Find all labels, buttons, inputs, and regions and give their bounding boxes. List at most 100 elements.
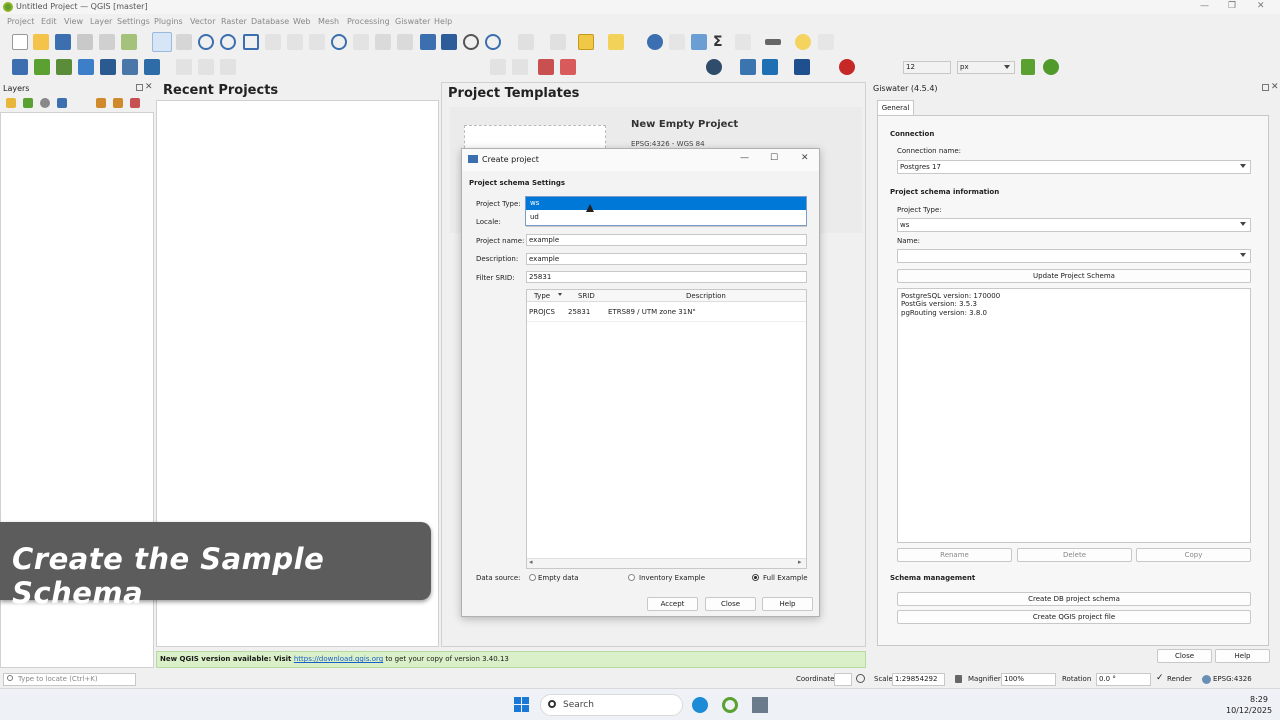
- zoom-layer-icon[interactable]: [287, 34, 303, 50]
- new-map-view-icon[interactable]: [375, 34, 391, 50]
- coordinate-field[interactable]: [834, 673, 852, 686]
- lock-icon[interactable]: [955, 675, 962, 683]
- annotation-icon[interactable]: [818, 34, 834, 50]
- copy-button[interactable]: Copy: [1136, 548, 1251, 562]
- statistics-sigma-icon[interactable]: Σ: [713, 34, 729, 50]
- float-panel-icon[interactable]: [136, 84, 143, 91]
- pan-map-icon[interactable]: [152, 32, 172, 52]
- digitize-icon[interactable]: [198, 59, 214, 75]
- maximize-icon[interactable]: ❐: [1228, 1, 1236, 11]
- menu-mesh[interactable]: Mesh: [318, 17, 339, 26]
- radio-full-example[interactable]: [752, 574, 759, 581]
- trace-icon[interactable]: [1021, 59, 1035, 75]
- accept-button[interactable]: Accept: [647, 597, 698, 611]
- extents-toggle-icon[interactable]: [856, 674, 865, 683]
- locator-input[interactable]: Type to locate (Ctrl+K): [3, 673, 136, 686]
- filter-icon[interactable]: [57, 98, 67, 108]
- filter-legend-icon[interactable]: [40, 98, 50, 108]
- dropdown-option-ud[interactable]: ud: [526, 211, 806, 224]
- bookmark-icon[interactable]: [420, 34, 436, 50]
- menu-raster[interactable]: Raster: [221, 17, 247, 26]
- dialog-minimize-icon[interactable]: —: [740, 153, 749, 163]
- add-wms-icon[interactable]: [100, 59, 116, 75]
- dropdown-option-ws[interactable]: ws: [526, 197, 806, 210]
- rename-button[interactable]: Rename: [897, 548, 1012, 562]
- magnifier-field[interactable]: 100%: [1001, 673, 1056, 686]
- menu-processing[interactable]: Processing: [347, 17, 390, 26]
- qgis-taskbar-icon[interactable]: [722, 697, 738, 713]
- scroll-right-icon[interactable]: ▸: [798, 558, 802, 566]
- render-checkbox[interactable]: ✓: [1156, 673, 1164, 683]
- show-labels-icon[interactable]: [538, 59, 554, 75]
- zoom-next-icon[interactable]: [353, 34, 369, 50]
- column-header-description[interactable]: Description: [686, 292, 726, 300]
- remove-layer-icon[interactable]: [130, 98, 140, 108]
- create-qgis-file-button[interactable]: Create QGIS project file: [897, 610, 1251, 624]
- globe-icon[interactable]: [706, 59, 722, 75]
- zoom-in-icon[interactable]: [198, 34, 214, 50]
- menu-web[interactable]: Web: [293, 17, 310, 26]
- project-name-input[interactable]: example: [526, 234, 807, 246]
- menu-giswater[interactable]: Giswater: [395, 17, 430, 26]
- update-project-schema-button[interactable]: Update Project Schema: [897, 269, 1251, 283]
- save-edits-icon[interactable]: [220, 59, 236, 75]
- open-project-icon[interactable]: [33, 34, 49, 50]
- pin-label-icon[interactable]: [512, 59, 528, 75]
- giswater-float-icon[interactable]: [1262, 84, 1269, 91]
- close-panel-icon[interactable]: ✕: [145, 82, 153, 92]
- snapping-unit-select[interactable]: px: [957, 61, 1015, 74]
- python-console-icon[interactable]: [740, 59, 756, 75]
- scroll-left-icon[interactable]: ◂: [529, 558, 533, 566]
- giswater-close-button[interactable]: Close: [1157, 649, 1212, 663]
- dialog-help-button[interactable]: Help: [762, 597, 813, 611]
- filter-srid-input[interactable]: 25831: [526, 271, 807, 283]
- refresh-icon[interactable]: [485, 34, 501, 50]
- select-by-value-icon[interactable]: [550, 34, 566, 50]
- create-db-schema-button[interactable]: Create DB project schema: [897, 592, 1251, 606]
- print-layout-icon[interactable]: [99, 34, 115, 50]
- identify-icon[interactable]: [647, 34, 663, 50]
- temporal-controller-icon[interactable]: [463, 34, 479, 50]
- radio-empty-data[interactable]: [529, 574, 536, 581]
- pan-to-selection-icon[interactable]: [176, 34, 192, 50]
- menu-database[interactable]: Database: [251, 17, 289, 26]
- layer-style-icon[interactable]: [6, 98, 16, 108]
- zoom-full-icon[interactable]: [243, 34, 259, 50]
- menu-project[interactable]: Project: [7, 17, 34, 26]
- menu-settings[interactable]: Settings: [117, 17, 150, 26]
- style-manager-icon[interactable]: [121, 34, 137, 50]
- zoom-out-icon[interactable]: [220, 34, 236, 50]
- processing-toolbox-icon[interactable]: [691, 34, 707, 50]
- select-features-icon[interactable]: [518, 34, 534, 50]
- dialog-close-button[interactable]: Close: [705, 597, 756, 611]
- edge-browser-icon[interactable]: [692, 697, 708, 713]
- menu-vector[interactable]: Vector: [190, 17, 216, 26]
- close-icon[interactable]: ✕: [1257, 1, 1265, 11]
- windows-start-icon[interactable]: [514, 697, 529, 712]
- add-vector-icon[interactable]: [34, 59, 50, 75]
- tab-general[interactable]: General: [877, 100, 914, 116]
- column-header-type[interactable]: Type: [534, 292, 550, 300]
- minimize-icon[interactable]: —: [1200, 1, 1209, 11]
- add-virtual-icon[interactable]: [144, 59, 160, 75]
- giswater-help-button[interactable]: Help: [1215, 649, 1270, 663]
- plugin-install-icon[interactable]: [762, 59, 778, 75]
- rotation-field[interactable]: 0.0 °: [1096, 673, 1151, 686]
- self-snap-icon[interactable]: [1043, 59, 1059, 75]
- menu-view[interactable]: View: [64, 17, 83, 26]
- zoom-selection-icon[interactable]: [265, 34, 281, 50]
- delete-button[interactable]: Delete: [1017, 548, 1132, 562]
- taskbar-search[interactable]: Search: [540, 694, 683, 716]
- menu-help[interactable]: Help: [434, 17, 452, 26]
- measure-icon[interactable]: [765, 39, 781, 45]
- move-label-icon[interactable]: [560, 59, 576, 75]
- gw-project-type-select[interactable]: ws: [897, 218, 1251, 232]
- project-type-dropdown[interactable]: ws ud: [525, 196, 807, 226]
- new-3d-view-icon[interactable]: [397, 34, 413, 50]
- data-source-manager-icon[interactable]: [12, 59, 28, 75]
- label-icon[interactable]: [490, 59, 506, 75]
- dialog-maximize-icon[interactable]: ☐: [770, 153, 778, 163]
- snipping-tool-icon[interactable]: [752, 697, 768, 713]
- menu-edit[interactable]: Edit: [41, 17, 57, 26]
- collapse-all-icon[interactable]: [113, 98, 123, 108]
